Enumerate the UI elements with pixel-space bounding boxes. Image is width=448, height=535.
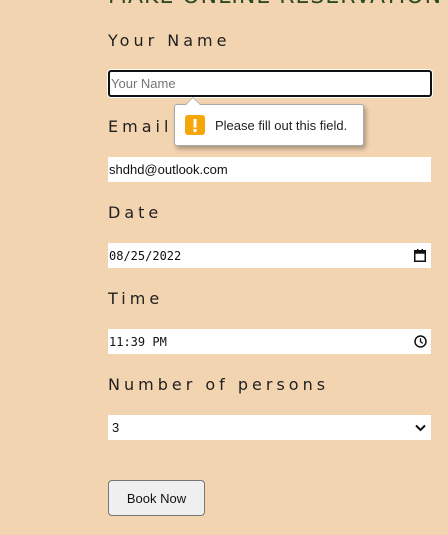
date-label: Date <box>108 203 163 222</box>
validation-tooltip: Please fill out this field. <box>174 97 364 146</box>
time-input[interactable]: 11:39 PM <box>108 329 431 354</box>
email-input[interactable]: shdhd@outlook.com <box>108 157 431 182</box>
clock-icon[interactable] <box>413 335 427 349</box>
time-label: Time <box>108 289 164 308</box>
chevron-down-icon[interactable] <box>413 421 427 435</box>
page-heading: MAKE ONLINE RESERVATION <box>108 0 442 8</box>
date-value: 08/25/2022 <box>109 248 182 263</box>
persons-label: Number of persons <box>108 375 330 394</box>
persons-selected-value: 3 <box>112 420 120 435</box>
your-name-input[interactable]: Your Name <box>108 70 432 97</box>
your-name-placeholder: Your Name <box>111 76 176 91</box>
email-label: Email <box>108 117 173 136</box>
book-now-button[interactable]: Book Now <box>108 480 205 516</box>
time-value: 11:39 PM <box>109 334 167 349</box>
your-name-label: Your Name <box>108 31 231 50</box>
warning-icon <box>185 115 205 135</box>
date-input[interactable]: 08/25/2022 <box>108 243 431 268</box>
calendar-icon[interactable] <box>413 249 427 263</box>
persons-select[interactable]: 3 <box>108 415 431 440</box>
email-value: shdhd@outlook.com <box>109 162 228 177</box>
validation-message: Please fill out this field. <box>215 117 348 133</box>
